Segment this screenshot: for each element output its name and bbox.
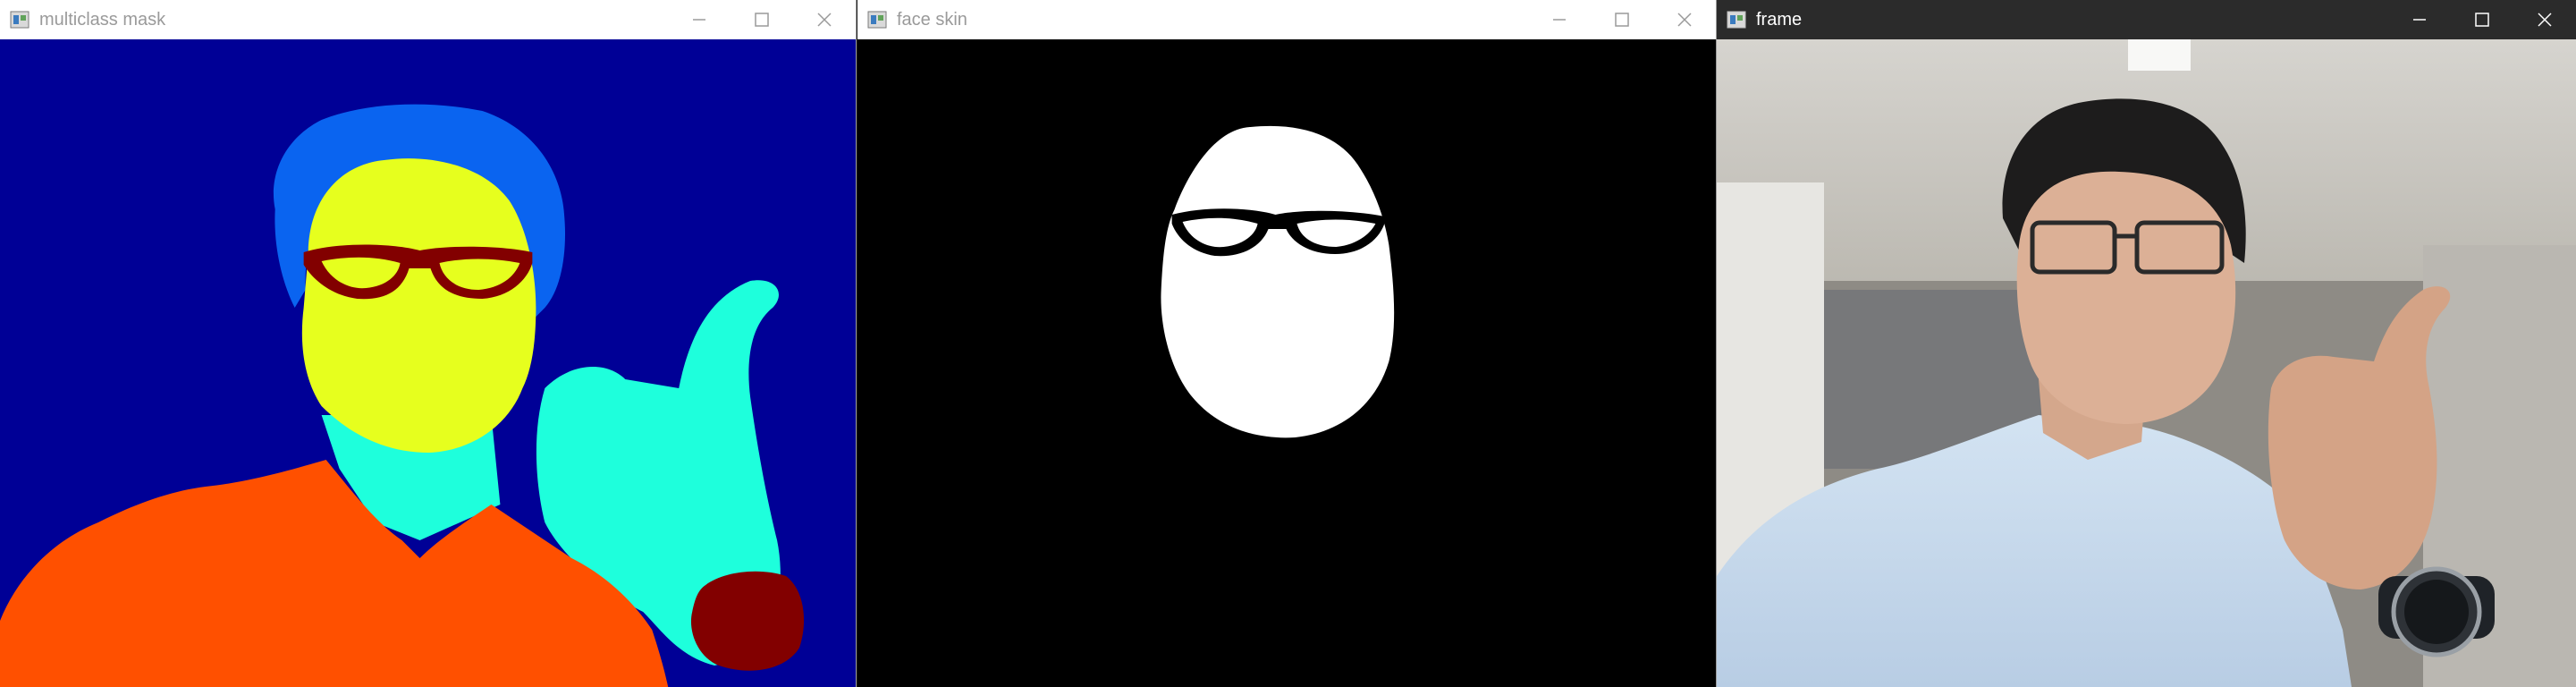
- camera-frame-image: [1717, 39, 2576, 687]
- frame-window[interactable]: frame: [1717, 0, 2576, 687]
- close-button[interactable]: [1653, 0, 1716, 39]
- minimize-icon: [2413, 19, 2426, 21]
- camera-frame: [1717, 39, 2576, 687]
- opencv-window-icon: [10, 11, 30, 29]
- opencv-window-icon: [867, 11, 887, 29]
- mask-face-region: [301, 158, 536, 453]
- titlebar[interactable]: multiclass mask: [0, 0, 856, 39]
- minimize-button[interactable]: [668, 0, 731, 39]
- skin-face-region: [1161, 125, 1395, 438]
- close-icon: [2538, 13, 2552, 27]
- maximize-icon: [755, 13, 769, 27]
- window-title: frame: [1756, 9, 1803, 30]
- person-face: [2016, 171, 2236, 424]
- maximize-button[interactable]: [731, 0, 793, 39]
- close-icon: [817, 13, 832, 27]
- titlebar[interactable]: face skin: [857, 0, 1716, 39]
- maximize-button[interactable]: [2451, 0, 2513, 39]
- minimize-button[interactable]: [2388, 0, 2451, 39]
- minimize-icon: [693, 19, 705, 21]
- minimize-icon: [1553, 19, 1566, 21]
- close-button[interactable]: [793, 0, 856, 39]
- maximize-icon: [2475, 13, 2489, 27]
- opencv-window-icon: [1727, 11, 1746, 29]
- face-skin-mask: [857, 39, 1716, 687]
- maximize-button[interactable]: [1591, 0, 1653, 39]
- face-skin-window[interactable]: face skin: [857, 0, 1717, 687]
- close-button[interactable]: [2513, 0, 2576, 39]
- close-icon: [1677, 13, 1692, 27]
- window-title: multiclass mask: [39, 9, 166, 30]
- minimize-button[interactable]: [1528, 0, 1591, 39]
- segmentation-mask: [0, 39, 856, 687]
- mask-image: [0, 39, 856, 687]
- titlebar[interactable]: frame: [1717, 0, 2576, 39]
- ceiling-light: [2128, 39, 2191, 71]
- face-skin-image: [857, 39, 1716, 687]
- window-title: face skin: [897, 9, 967, 30]
- mask-watch-region: [690, 571, 805, 671]
- multiclass-mask-window[interactable]: multiclass mask: [0, 0, 857, 687]
- maximize-icon: [1615, 13, 1629, 27]
